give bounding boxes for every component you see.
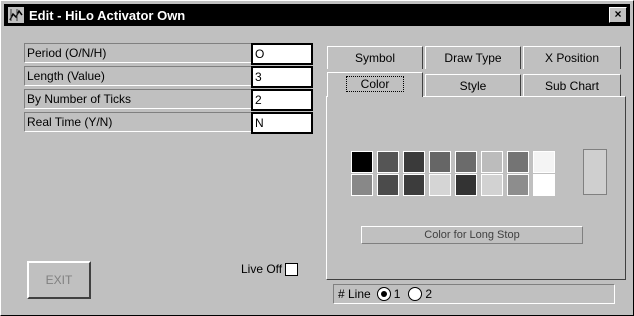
line-2-radio[interactable]: [408, 287, 423, 301]
tab-symbol[interactable]: Symbol: [327, 46, 423, 69]
tab-color[interactable]: Color: [327, 72, 423, 97]
live-off-label: Live Off: [241, 262, 283, 276]
line-selector: # Line 1 2: [333, 284, 615, 304]
period-input[interactable]: O: [251, 43, 313, 65]
color-swatch[interactable]: [533, 174, 555, 196]
color-swatch[interactable]: [377, 174, 399, 196]
tab-x-position[interactable]: X Position: [523, 46, 621, 69]
color-swatch[interactable]: [507, 151, 529, 173]
color-swatch[interactable]: [481, 151, 503, 173]
chart-icon: [8, 7, 24, 23]
close-button[interactable]: ×: [609, 7, 627, 23]
length-input[interactable]: 3: [251, 66, 313, 88]
tab-sub-chart[interactable]: Sub Chart: [523, 74, 621, 97]
color-swatch[interactable]: [507, 174, 529, 196]
ticks-input[interactable]: 2: [251, 89, 313, 111]
live-off-toggle[interactable]: Live Off: [241, 262, 299, 276]
color-swatch[interactable]: [403, 174, 425, 196]
period-label: Period (O/N/H): [24, 43, 252, 63]
window-title: Edit - HiLo Activator Own: [29, 7, 186, 23]
realtime-label: Real Time (Y/N): [24, 112, 252, 132]
line-1-radio[interactable]: [376, 287, 391, 301]
realtime-input[interactable]: N: [251, 112, 313, 134]
title-bar[interactable]: Edit - HiLo Activator Own ×: [4, 4, 630, 26]
color-swatch[interactable]: [481, 174, 503, 196]
color-swatch[interactable]: [403, 151, 425, 173]
color-panel: Color for Long Stop: [326, 96, 626, 280]
line-label: # Line: [338, 287, 371, 301]
color-swatch[interactable]: [377, 151, 399, 173]
selected-color-preview: [583, 149, 607, 195]
color-swatch[interactable]: [429, 174, 451, 196]
tab-draw-type[interactable]: Draw Type: [425, 46, 521, 69]
length-label: Length (Value): [24, 66, 252, 86]
color-for-long-stop-button[interactable]: Color for Long Stop: [361, 226, 583, 244]
color-swatch[interactable]: [351, 151, 373, 173]
tab-style[interactable]: Style: [425, 74, 521, 97]
edit-dialog: Edit - HiLo Activator Own × Period (O/N/…: [0, 0, 634, 316]
exit-button[interactable]: EXIT: [27, 261, 91, 299]
tab-color-label: Color: [345, 76, 405, 92]
color-swatch[interactable]: [455, 174, 477, 196]
line-2-label: 2: [425, 287, 433, 301]
line-1-label: 1: [393, 287, 401, 301]
color-swatch[interactable]: [533, 151, 555, 173]
ticks-label: By Number of Ticks: [24, 89, 252, 109]
color-swatch[interactable]: [351, 174, 373, 196]
dialog-body: Period (O/N/H) O Length (Value) 3 By Num…: [8, 30, 626, 304]
color-swatch[interactable]: [429, 151, 451, 173]
live-off-checkbox[interactable]: [285, 262, 299, 276]
close-icon: ×: [614, 7, 622, 21]
color-swatch[interactable]: [455, 151, 477, 173]
